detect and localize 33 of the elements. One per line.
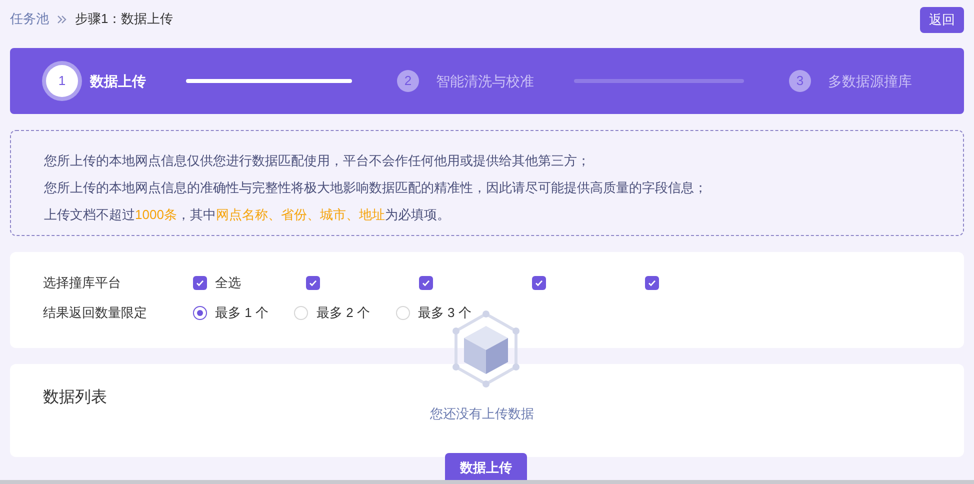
checkbox[interactable]: [645, 276, 659, 290]
step-number: 3: [789, 70, 811, 92]
empty-message: 您还没有上传数据: [430, 405, 534, 423]
checkbox[interactable]: [532, 276, 546, 290]
step-label: 智能清洗与校准: [436, 72, 534, 90]
step-number: 1: [46, 65, 78, 97]
notice-text: 您所上传的本地网点信息仅供您进行数据匹配使用，平台不会作任何他用或提供给其他第三方；: [44, 152, 591, 170]
back-button[interactable]: 返回: [920, 7, 964, 33]
field-label: 结果返回数量限定: [43, 304, 148, 322]
check-icon: [534, 278, 544, 288]
breadcrumb-item[interactable]: 任务池: [10, 9, 49, 29]
notice-text: 上传文档不超过1000条，其中网点名称、省份、城市、地址为必填项。: [44, 206, 451, 224]
radio-label: 最多 2 个: [316, 304, 370, 322]
checkbox[interactable]: [306, 276, 320, 290]
notice-text: 您所上传的本地网点信息的准确性与完整性将极大地影响数据匹配的精准性，因此请尽可能提供高质量的字段信息；: [44, 179, 708, 197]
step-label: 数据上传: [90, 72, 146, 90]
section-title: 数据列表: [43, 388, 107, 408]
checkbox[interactable]: [193, 276, 207, 290]
double-chevron-icon: [57, 14, 67, 24]
step-label: 多数据源撞库: [828, 72, 912, 90]
check-icon: [647, 278, 657, 288]
breadcrumb-item: 步骤1：数据上传: [75, 10, 174, 28]
check-icon: [421, 278, 431, 288]
radio-button[interactable]: [193, 306, 207, 320]
checkbox[interactable]: [419, 276, 433, 290]
check-icon: [308, 278, 318, 288]
radio-label: 最多 1 个: [215, 304, 268, 322]
check-icon: [195, 278, 205, 288]
upload-button[interactable]: 数据上传: [445, 453, 527, 483]
field-label: 选择撞库平台: [43, 274, 122, 292]
checkbox-label: 全选: [215, 274, 241, 292]
radio-label: 最多 3 个: [418, 304, 472, 322]
step-number: 2: [397, 70, 419, 92]
